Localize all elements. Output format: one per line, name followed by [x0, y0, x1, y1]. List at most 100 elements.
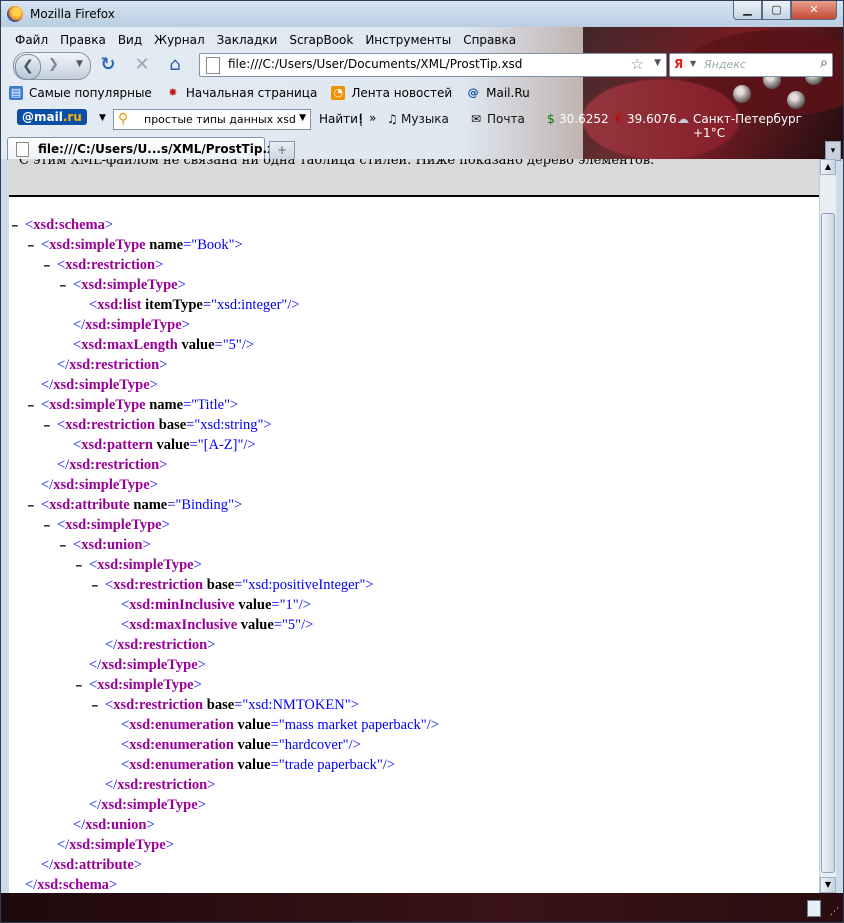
tag-close-bracket: >	[104, 217, 114, 233]
xml-node: <xsd:simpleType name="Title">	[41, 395, 238, 415]
xml-node: <xsd:maxLength value="5"/>	[73, 335, 254, 355]
search-bar[interactable]: Я ▼ Яндекс ⌕	[669, 53, 833, 77]
mailru-search-input[interactable]: ⚲ простые типы данных xsd ▼	[113, 109, 311, 130]
tag-close-bracket: >	[149, 477, 158, 493]
bookmark-star-icon[interactable]: ☆	[631, 55, 644, 73]
search-icon[interactable]: ⌕	[820, 55, 828, 71]
close-button[interactable]: ✕	[791, 1, 837, 20]
collapse-toggle[interactable]: –	[27, 236, 35, 256]
engine-dropdown-icon[interactable]: ▼	[690, 59, 696, 68]
bookmark-mailru[interactable]: @ Mail.Ru	[466, 86, 530, 100]
eur-rate[interactable]: 39.6076	[627, 112, 677, 126]
music-button[interactable]: Музыка	[401, 112, 449, 126]
bookmark-start-page[interactable]: ✸ Начальная страница	[166, 86, 317, 100]
tag-open-bracket: <	[73, 337, 82, 353]
scroll-up-button[interactable]: ▲	[820, 159, 836, 175]
tab-list-button[interactable]: ▾	[825, 141, 841, 161]
mailru-logo[interactable]: @mail.ru	[17, 109, 87, 125]
xml-node: </xsd:simpleType>	[41, 375, 158, 395]
menu-tools[interactable]: Инструменты	[359, 31, 457, 49]
tag-close-bracket: />	[298, 597, 311, 613]
collapse-toggle[interactable]: –	[91, 696, 99, 716]
collapse-toggle[interactable]: –	[91, 576, 99, 596]
tag-open-bracket: <	[57, 517, 66, 533]
collapse-toggle[interactable]: –	[43, 416, 51, 436]
collapse-toggle[interactable]: –	[59, 276, 67, 296]
attr-value: xsd:positiveInteger	[248, 577, 360, 593]
weather-icon: ☁	[677, 112, 689, 126]
find-button[interactable]: Найти!	[319, 112, 363, 126]
collapse-toggle[interactable]: –	[75, 676, 83, 696]
attr-name: itemType	[145, 297, 203, 313]
menu-bookmarks[interactable]: Закладки	[211, 31, 284, 49]
attr-name: base	[206, 697, 235, 713]
stop-icon[interactable]: ✕	[131, 54, 153, 76]
usd-rate[interactable]: 30.6252	[559, 112, 609, 126]
tag-close-bracket: >	[142, 537, 151, 553]
url-text[interactable]: file:///C:/Users/User/Documents/XML/Pros…	[228, 57, 522, 71]
mailru-dropdown-icon[interactable]: ▼	[99, 113, 106, 123]
menu-help[interactable]: Справка	[457, 31, 522, 49]
collapse-toggle[interactable]: –	[27, 496, 35, 516]
tag-name: xsd:restriction	[113, 577, 204, 593]
new-tab-button[interactable]: +	[269, 141, 295, 160]
forward-button[interactable]: ❯	[48, 57, 59, 72]
url-bar[interactable]: file:///C:/Users/User/Documents/XML/Pros…	[199, 53, 667, 77]
attr-value: xsd:integer	[216, 297, 282, 313]
scroll-thumb[interactable]	[821, 213, 835, 873]
reload-icon[interactable]: ↻	[97, 54, 119, 76]
tag-name: xsd:enumeration	[129, 737, 234, 753]
back-button[interactable]: ❮	[15, 54, 41, 80]
tag-close-bracket: >	[133, 857, 142, 873]
xml-node: <xsd:restriction base="xsd:NMTOKEN">	[105, 695, 359, 715]
mail-button[interactable]: Почта	[487, 112, 525, 126]
maximize-button[interactable]: ▢	[762, 1, 791, 20]
tab-prosttip[interactable]: file:///C:/Users/U...s/XML/ProstTip.xsd	[7, 137, 290, 160]
mailru-search-value[interactable]: простые типы данных xsd	[144, 113, 296, 126]
tag-name: xsd:list	[97, 297, 142, 313]
mailru-logo-at: @mail	[22, 110, 63, 124]
bookmark-news-feed[interactable]: ◔ Лента новостей	[331, 86, 452, 100]
vertical-scrollbar[interactable]: ▲ ▼	[819, 159, 836, 893]
collapse-toggle[interactable]: –	[75, 556, 83, 576]
url-dropdown-icon[interactable]: ▼	[654, 58, 661, 68]
bookmark-most-visited[interactable]: ▤ Самые популярные	[9, 86, 152, 100]
tag-open-bracket: </	[41, 477, 54, 493]
tag-name: xsd:schema	[33, 217, 105, 233]
search-input[interactable]: Яндекс	[704, 58, 746, 71]
tag-open-bracket: <	[73, 277, 82, 293]
tag-open-bracket: </	[73, 317, 86, 333]
tag-close-bracket: >	[197, 657, 206, 673]
yandex-logo-icon[interactable]: Я	[674, 57, 683, 71]
more-chevron[interactable]: »	[369, 111, 376, 125]
mailru-toolbar: @mail.ru ▼ ⚲ простые типы данных xsd ▼ Н…	[9, 107, 835, 140]
music-icon[interactable]: ♫	[387, 112, 398, 126]
attr-value: mass market paperback	[284, 717, 421, 733]
menu-edit[interactable]: Правка	[54, 31, 112, 49]
page-status-icon[interactable]	[807, 900, 821, 917]
menu-scrapbook[interactable]: ScrapBook	[283, 31, 359, 49]
attr-quote: ="	[234, 577, 249, 593]
tag-open-bracket: <	[25, 217, 34, 233]
collapse-toggle[interactable]: –	[43, 256, 51, 276]
collapse-toggle[interactable]: –	[59, 536, 67, 556]
home-icon[interactable]: ⌂	[164, 54, 186, 76]
collapse-toggle[interactable]: –	[11, 216, 19, 236]
tag-close-bracket: >	[159, 357, 168, 373]
tag-name: xsd:attribute	[53, 857, 134, 873]
mail-icon[interactable]: ✉	[471, 112, 481, 126]
scroll-down-button[interactable]: ▼	[820, 877, 836, 893]
minimize-button[interactable]: ▁	[733, 1, 762, 20]
menu-file[interactable]: Файл	[9, 31, 54, 49]
collapse-toggle[interactable]: –	[27, 396, 35, 416]
mailru-search-dropdown-icon[interactable]: ▼	[299, 113, 306, 123]
euro-icon: €	[615, 112, 623, 126]
tab-label: file:///C:/Users/U...s/XML/ProstTip.xsd	[38, 142, 291, 156]
menu-history[interactable]: Журнал	[148, 31, 211, 49]
tag-close-bracket: >	[197, 797, 206, 813]
collapse-toggle[interactable]: –	[43, 516, 51, 536]
history-dropdown-icon[interactable]: ▼	[76, 59, 83, 69]
menu-view[interactable]: Вид	[112, 31, 148, 49]
resize-grip-icon[interactable]: ⋰	[830, 907, 839, 917]
attr-value: 5	[228, 337, 236, 353]
